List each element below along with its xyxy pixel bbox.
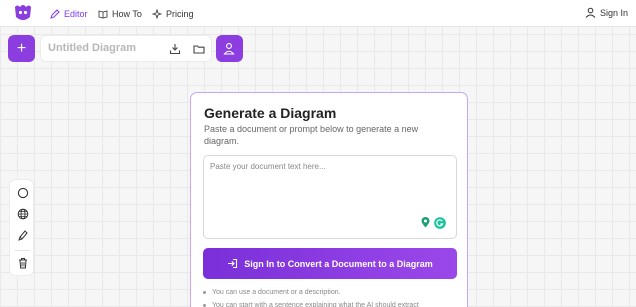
grammarly-icon[interactable]	[434, 217, 446, 229]
pencil-icon	[50, 9, 60, 19]
circle-tool-button[interactable]	[16, 186, 29, 199]
sign-in-arrow-icon	[228, 258, 238, 269]
top-navigation-bar: Editor How To Pricing Sign In	[0, 0, 636, 27]
book-icon	[98, 10, 108, 19]
circle-icon	[17, 187, 28, 198]
nav-how-to-label: How To	[112, 9, 142, 19]
folder-icon[interactable]	[193, 43, 205, 55]
add-diagram-button[interactable]: +	[8, 35, 35, 62]
globe-icon	[17, 208, 28, 219]
nav-editor[interactable]: Editor	[50, 7, 88, 21]
trash-icon	[18, 257, 27, 268]
nav-editor-label: Editor	[64, 9, 88, 19]
diagram-title-placeholder: Untitled Diagram	[48, 42, 137, 54]
sign-in-link[interactable]: Sign In	[585, 7, 628, 18]
download-icon[interactable]	[169, 43, 181, 55]
tip-item: You can start with a sentence explaining…	[203, 299, 461, 307]
convert-document-button[interactable]: Sign In to Convert a Document to a Diagr…	[203, 248, 457, 279]
document-text-placeholder: Paste your document text here...	[210, 162, 326, 171]
document-text-input[interactable]: Paste your document text here...	[203, 155, 457, 239]
convert-button-label: Sign In to Convert a Document to a Diagr…	[244, 258, 433, 269]
panel-subtitle: Paste a document or prompt below to gene…	[204, 124, 419, 146]
share-button[interactable]	[216, 35, 243, 62]
tip-item: You can use a document or a description.	[203, 286, 461, 299]
user-icon	[585, 7, 596, 18]
diagram-title-field[interactable]: Untitled Diagram	[40, 35, 212, 62]
location-pin-icon[interactable]	[420, 217, 431, 228]
plus-icon: +	[16, 39, 27, 57]
user-share-icon	[223, 43, 235, 55]
delete-tool-button[interactable]	[16, 256, 29, 269]
globe-tool-button[interactable]	[16, 207, 29, 220]
sign-in-label: Sign In	[599, 7, 628, 18]
pen-tool-button[interactable]	[16, 228, 29, 241]
app-logo-icon[interactable]	[12, 3, 34, 23]
pen-icon	[17, 229, 28, 241]
nav-how-to[interactable]: How To	[98, 7, 142, 21]
generate-diagram-panel: Generate a Diagram Paste a document or p…	[190, 92, 468, 307]
nav-pricing-label: Pricing	[166, 9, 194, 19]
toolbar-divider	[15, 250, 30, 251]
nav-pricing[interactable]: Pricing	[152, 7, 194, 21]
panel-title: Generate a Diagram	[204, 105, 337, 121]
tips-list: You can use a document or a description.…	[203, 286, 461, 307]
shape-toolbar	[9, 179, 34, 276]
sparkle-icon	[152, 9, 162, 19]
